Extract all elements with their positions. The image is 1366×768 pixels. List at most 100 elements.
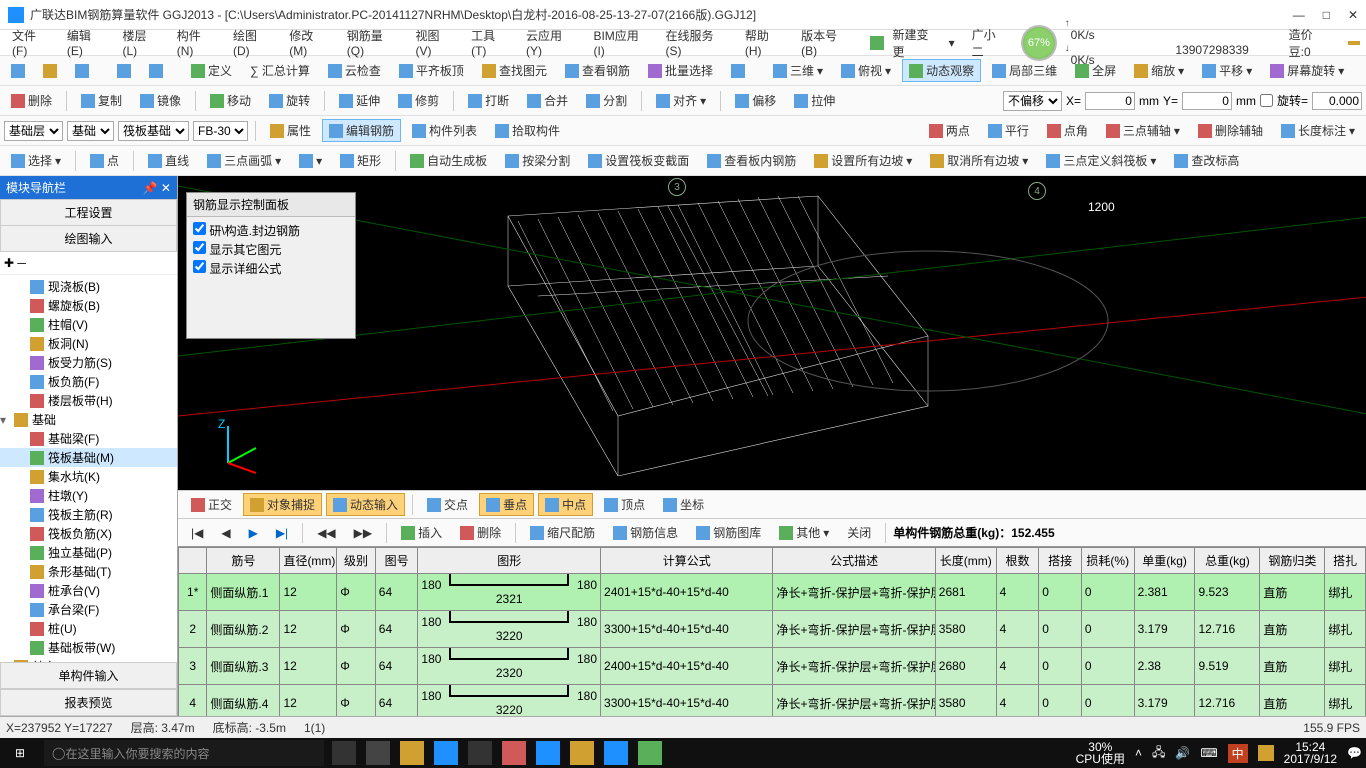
break-button[interactable]: 打断 bbox=[461, 89, 516, 112]
name-select[interactable]: FB-30 bbox=[193, 121, 248, 141]
cpu-meter[interactable]: 30%CPU使用 bbox=[1076, 741, 1125, 765]
ime-indicator[interactable]: 中 bbox=[1228, 744, 1248, 763]
local3d-button[interactable]: 局部三维 bbox=[985, 59, 1064, 82]
sumcalc-button[interactable]: ∑ 汇总计算 bbox=[243, 59, 317, 82]
mirror-button[interactable]: 镜像 bbox=[133, 89, 188, 112]
performance-gauge[interactable]: 67% bbox=[1021, 25, 1057, 61]
app-icon-6[interactable] bbox=[604, 741, 628, 765]
viewelev-button[interactable]: 查改标高 bbox=[1167, 149, 1246, 172]
col-header[interactable]: 直径(mm) bbox=[280, 548, 337, 574]
menu-rebar[interactable]: 钢筋量(Q) bbox=[341, 25, 406, 60]
nav-tree[interactable]: 现浇板(B)螺旋板(B)柱帽(V)板洞(N)板受力筋(S)板负筋(F)楼层板带(… bbox=[0, 275, 177, 662]
autoslab-button[interactable]: 自动生成板 bbox=[403, 149, 494, 172]
editrebar-button[interactable]: 编辑钢筋 bbox=[322, 119, 401, 142]
tree-item[interactable]: 承台梁(F) bbox=[0, 600, 177, 619]
tree-item[interactable]: 独立基础(P) bbox=[0, 543, 177, 562]
dynview-button[interactable]: 动态观察 bbox=[902, 59, 981, 82]
open-button[interactable] bbox=[36, 61, 64, 81]
rebar-table-area[interactable]: 筋号直径(mm)级别图号图形计算公式公式描述长度(mm)根数搭接损耗(%)单重(… bbox=[178, 546, 1366, 716]
setraftsec-button[interactable]: 设置筏板变截面 bbox=[581, 149, 696, 172]
cad-viewport[interactable]: 钢筋显示控制面板 研\构造.封边钢筋 显示其它图元 显示详细公式 bbox=[178, 176, 1366, 490]
threed-button[interactable]: 三维 ▾ bbox=[766, 59, 830, 82]
bird-button[interactable]: 俯视 ▾ bbox=[834, 59, 898, 82]
sidebar-tab-single[interactable]: 单构件输入 bbox=[0, 662, 177, 689]
sidebar-tab-draw[interactable]: 绘图输入 bbox=[0, 225, 177, 252]
redo-button[interactable] bbox=[142, 61, 170, 81]
app-icon-5[interactable] bbox=[570, 741, 594, 765]
app-icon-4[interactable] bbox=[536, 741, 560, 765]
viewrebar-button[interactable]: 查看钢筋 bbox=[558, 59, 637, 82]
tree-item[interactable]: 板受力筋(S) bbox=[0, 353, 177, 372]
tray-network-icon[interactable]: 🖧 bbox=[1152, 743, 1165, 764]
delete-row[interactable]: 删除 bbox=[453, 521, 508, 544]
viewfind-button[interactable]: 查找图元 bbox=[475, 59, 554, 82]
new-change-button[interactable]: 新建变更 ▾ bbox=[863, 21, 962, 65]
beamsplit-button[interactable]: 按梁分割 bbox=[498, 149, 577, 172]
threeptaxis-button[interactable]: 三点辅轴 ▾ bbox=[1099, 119, 1187, 142]
sidebar-pin-icon[interactable]: 📌 ✕ bbox=[143, 181, 171, 195]
pan-button[interactable]: 平移 ▾ bbox=[1195, 59, 1259, 82]
col-header[interactable]: 图形 bbox=[418, 548, 601, 574]
pick-button[interactable]: 拾取构件 bbox=[488, 119, 567, 142]
tray-up-icon[interactable]: ˄ bbox=[1135, 746, 1142, 760]
table-row[interactable]: 2侧面纵筋.212Φ6418018032203300+15*d-40+15*d-… bbox=[179, 611, 1366, 648]
split-button[interactable]: 分割 bbox=[579, 89, 634, 112]
menu-modify[interactable]: 修改(M) bbox=[283, 25, 337, 60]
menu-draw[interactable]: 绘图(D) bbox=[227, 25, 279, 60]
rotate-checkbox[interactable] bbox=[1260, 94, 1273, 107]
extend-button[interactable]: 延伸 bbox=[332, 89, 387, 112]
apex-toggle[interactable]: 顶点 bbox=[597, 493, 652, 516]
inter-toggle[interactable]: 交点 bbox=[420, 493, 475, 516]
x-input[interactable] bbox=[1085, 92, 1135, 110]
rebar-table[interactable]: 筋号直径(mm)级别图号图形计算公式公式描述长度(mm)根数搭接损耗(%)单重(… bbox=[178, 547, 1366, 716]
lenmark-button[interactable]: 长度标注 ▾ bbox=[1274, 119, 1362, 142]
rect-button[interactable]: 矩形 bbox=[333, 149, 388, 172]
tree-item[interactable]: 楼层板带(H) bbox=[0, 391, 177, 410]
tree-item[interactable]: 螺旋板(B) bbox=[0, 296, 177, 315]
attr-button[interactable]: 属性 bbox=[263, 119, 318, 142]
username[interactable]: 广小二 bbox=[966, 24, 1013, 62]
tree-item[interactable]: 基础板带(W) bbox=[0, 638, 177, 657]
menu-bim[interactable]: BIM应用(I) bbox=[587, 25, 655, 60]
mid-toggle[interactable]: 中点 bbox=[538, 493, 593, 516]
table-row[interactable]: 3侧面纵筋.312Φ6418018023202400+15*d-40+15*d-… bbox=[179, 648, 1366, 685]
panel-opt-1[interactable]: 研\构造.封边钢筋 bbox=[193, 221, 349, 240]
tray-app-icon[interactable] bbox=[1258, 745, 1274, 761]
tree-item[interactable]: 条形基础(T) bbox=[0, 562, 177, 581]
panel-opt-2[interactable]: 显示其它图元 bbox=[193, 240, 349, 259]
menu-online[interactable]: 在线服务(S) bbox=[660, 25, 735, 60]
tree-item[interactable]: 柱帽(V) bbox=[0, 315, 177, 334]
undo-button[interactable] bbox=[110, 61, 138, 81]
col-header[interactable] bbox=[179, 548, 207, 574]
scale-rebar[interactable]: 缩尺配筋 bbox=[523, 521, 602, 544]
app-icon-7[interactable] bbox=[638, 741, 662, 765]
sidebar-tab-project[interactable]: 工程设置 bbox=[0, 199, 177, 225]
col-header[interactable]: 损耗(%) bbox=[1081, 548, 1134, 574]
panel-opt-3[interactable]: 显示详细公式 bbox=[193, 259, 349, 278]
start-button[interactable]: ⊞ bbox=[4, 738, 36, 768]
rebar-info[interactable]: 钢筋信息 bbox=[606, 521, 685, 544]
batchsel-button[interactable]: 批量选择 bbox=[641, 59, 720, 82]
col-header[interactable]: 级别 bbox=[337, 548, 376, 574]
line-button[interactable]: 直线 bbox=[141, 149, 196, 172]
tree-item[interactable]: 桩承台(V) bbox=[0, 581, 177, 600]
clock[interactable]: 15:242017/9/12 bbox=[1284, 741, 1337, 765]
cloudcheck-button[interactable]: 云检查 bbox=[321, 59, 388, 82]
other-button[interactable]: 其他 ▾ bbox=[772, 521, 836, 544]
col-header[interactable]: 计算公式 bbox=[601, 548, 773, 574]
rotate-button[interactable]: 旋转 bbox=[262, 89, 317, 112]
osnap-toggle[interactable]: 对象捕捉 bbox=[243, 493, 322, 516]
tree-item[interactable]: 基础梁(F) bbox=[0, 429, 177, 448]
tree-group[interactable]: ▾基础 bbox=[0, 410, 177, 429]
arctool-button[interactable]: ▾ bbox=[292, 151, 329, 171]
tree-item[interactable]: 筏板基础(M) bbox=[0, 448, 177, 467]
menu-component[interactable]: 构件(N) bbox=[171, 25, 223, 60]
col-header[interactable]: 根数 bbox=[996, 548, 1039, 574]
menu-cloud[interactable]: 云应用(Y) bbox=[520, 25, 583, 60]
floor-select[interactable]: 基础层 bbox=[4, 121, 63, 141]
menu-edit[interactable]: 编辑(E) bbox=[61, 25, 113, 60]
col-header[interactable]: 图号 bbox=[375, 548, 418, 574]
tree-item[interactable]: 板负筋(F) bbox=[0, 372, 177, 391]
first-record[interactable]: |◀ bbox=[184, 523, 210, 543]
cancelslope-button[interactable]: 取消所有边坡 ▾ bbox=[923, 149, 1035, 172]
